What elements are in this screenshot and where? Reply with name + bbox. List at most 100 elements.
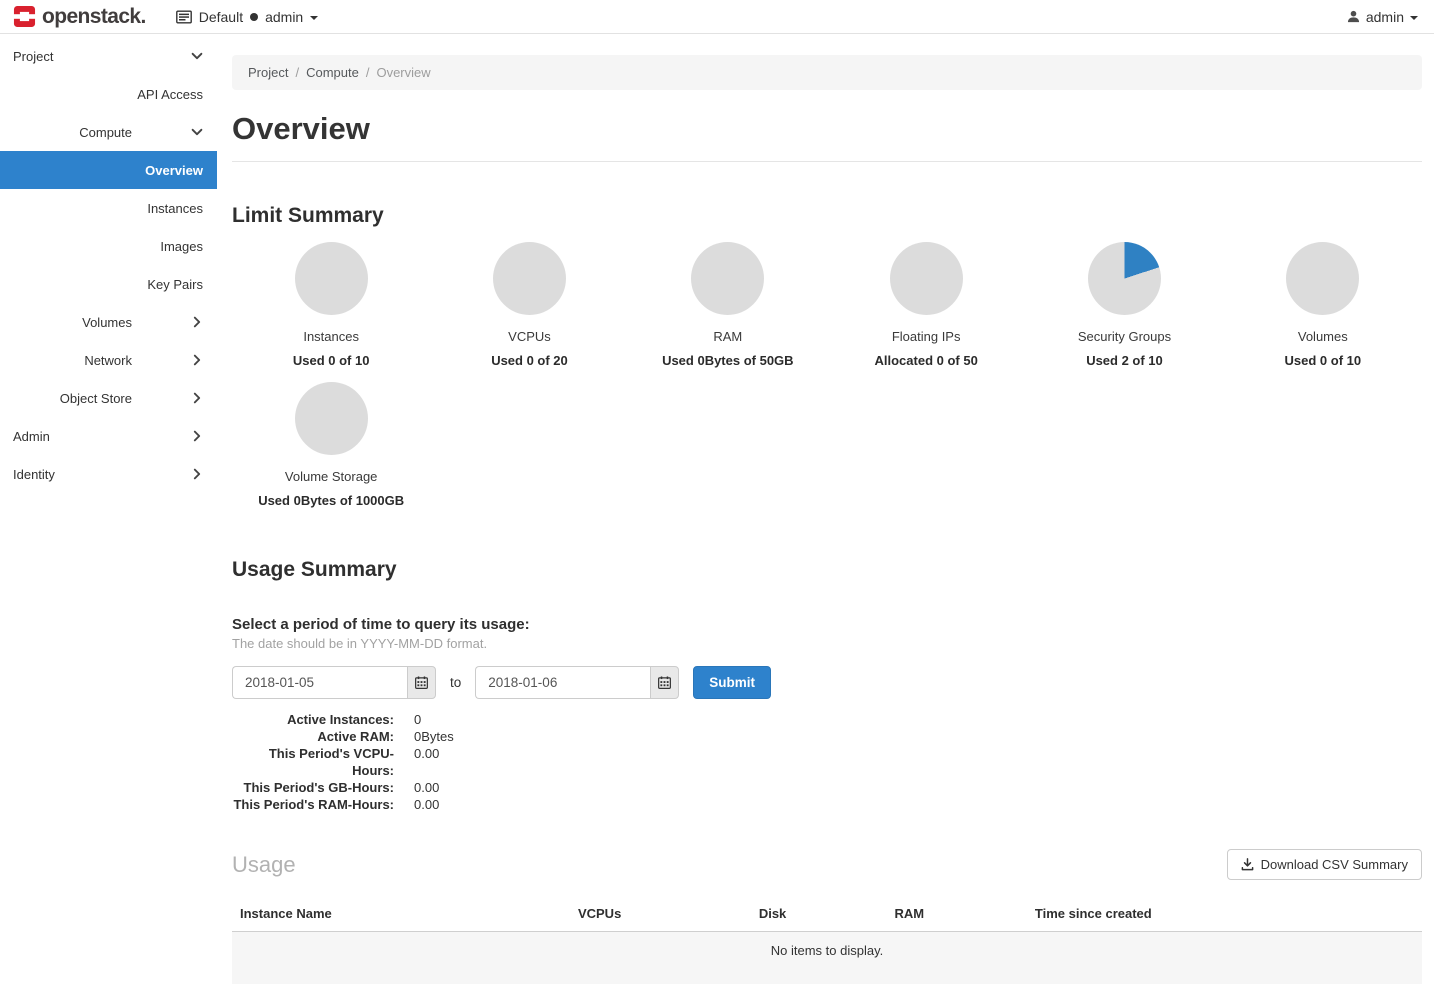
sidebar-item-key-pairs[interactable]: Key Pairs bbox=[0, 265, 217, 303]
quota-name: RAM bbox=[713, 329, 742, 344]
sidebar-item-label: Admin bbox=[13, 429, 50, 444]
chevron-right-icon bbox=[190, 467, 204, 481]
stat-row-active-ram: Active RAM: 0Bytes bbox=[232, 728, 1422, 745]
sidebar-item-label: Identity bbox=[13, 467, 55, 482]
chevron-right-icon bbox=[190, 315, 204, 329]
to-label: to bbox=[450, 675, 461, 690]
sidebar-item-instances[interactable]: Instances bbox=[0, 189, 217, 227]
caret-down-icon bbox=[310, 16, 318, 20]
sidebar-item-label: Overview bbox=[145, 163, 203, 178]
context-domain-label: Default bbox=[199, 9, 243, 25]
stat-label: This Period's VCPU-Hours: bbox=[232, 745, 394, 779]
stat-row-ram-hours: This Period's RAM-Hours: 0.00 bbox=[232, 796, 1422, 813]
openstack-logo-icon bbox=[13, 5, 36, 28]
quota-usage: Used 0Bytes of 1000GB bbox=[258, 493, 404, 508]
stat-value: 0 bbox=[414, 711, 421, 728]
main-content: Project/Compute/Overview Overview Limit … bbox=[217, 34, 1434, 984]
column-disk: Disk bbox=[751, 896, 887, 932]
quota-usage: Allocated 0 of 50 bbox=[875, 353, 978, 368]
quota-pie-chart bbox=[295, 382, 368, 455]
breadcrumb-compute[interactable]: Compute bbox=[306, 65, 359, 80]
period-form-hint: The date should be in YYYY-MM-DD format. bbox=[232, 636, 1422, 651]
quota-volumes: Volumes Used 0 of 10 bbox=[1224, 242, 1422, 368]
empty-message: No items to display. bbox=[232, 932, 1422, 984]
brand-wordmark: openstack. bbox=[42, 5, 146, 29]
stat-value: 0.00 bbox=[414, 779, 439, 796]
stat-row-active-instances: Active Instances: 0 bbox=[232, 711, 1422, 728]
usage-table-title: Usage bbox=[232, 852, 296, 878]
usage-stats: Active Instances: 0 Active RAM: 0Bytes T… bbox=[232, 711, 1422, 813]
sidebar-item-overview[interactable]: Overview bbox=[0, 151, 217, 189]
quota-pie-chart bbox=[493, 242, 566, 315]
sidebar-item-label: Instances bbox=[147, 201, 203, 216]
context-switcher[interactable]: Default admin bbox=[176, 9, 319, 25]
date-to-calendar-button[interactable] bbox=[650, 666, 679, 699]
download-csv-button[interactable]: Download CSV Summary bbox=[1227, 849, 1422, 880]
sidebar-item-identity[interactable]: Identity bbox=[0, 455, 217, 493]
calendar-icon bbox=[415, 676, 428, 689]
stat-value: 0.00 bbox=[414, 796, 439, 813]
sidebar-item-label: API Access bbox=[137, 87, 203, 102]
stat-label: Active RAM: bbox=[232, 728, 394, 745]
submit-button[interactable]: Submit bbox=[693, 666, 771, 699]
usage-table: Instance Name VCPUs Disk RAM Time since … bbox=[232, 896, 1422, 984]
domain-icon bbox=[176, 10, 192, 24]
page-title: Overview bbox=[232, 111, 1422, 147]
quota-usage: Used 2 of 10 bbox=[1086, 353, 1163, 368]
stat-label: This Period's RAM-Hours: bbox=[232, 796, 394, 813]
quota-name: Volume Storage bbox=[285, 469, 378, 484]
quota-name: Volumes bbox=[1298, 329, 1348, 344]
sidebar-item-api-access[interactable]: API Access bbox=[0, 75, 217, 113]
usage-table-head-row: Instance Name VCPUs Disk RAM Time since … bbox=[232, 896, 1422, 932]
quota-vcpus: VCPUs Used 0 of 20 bbox=[430, 242, 628, 368]
breadcrumb-separator: / bbox=[295, 65, 299, 80]
stat-value: 0.00 bbox=[414, 745, 439, 779]
usage-table-empty-row: No items to display. bbox=[232, 932, 1422, 984]
column-vcpus: VCPUs bbox=[570, 896, 751, 932]
openstack-brand[interactable]: openstack. bbox=[13, 5, 146, 29]
column-time-since-created: Time since created bbox=[1027, 896, 1422, 932]
sidebar-item-object-store[interactable]: Object Store bbox=[0, 379, 217, 417]
chevron-down-icon bbox=[190, 125, 204, 139]
stat-label: Active Instances: bbox=[232, 711, 394, 728]
stat-row-vcpu-hours: This Period's VCPU-Hours: 0.00 bbox=[232, 745, 1422, 779]
quota-usage: Used 0 of 10 bbox=[1285, 353, 1362, 368]
date-to-input[interactable] bbox=[475, 666, 650, 699]
quota-ram: RAM Used 0Bytes of 50GB bbox=[629, 242, 827, 368]
quota-pie-chart bbox=[691, 242, 764, 315]
chevron-right-icon bbox=[190, 353, 204, 367]
quota-pie-chart bbox=[1088, 242, 1161, 315]
quota-volume-storage: Volume Storage Used 0Bytes of 1000GB bbox=[232, 382, 430, 508]
quota-pie-chart bbox=[890, 242, 963, 315]
user-icon bbox=[1347, 10, 1360, 23]
column-ram: RAM bbox=[886, 896, 1026, 932]
sidebar-item-label: Compute bbox=[79, 125, 132, 140]
quota-name: Floating IPs bbox=[892, 329, 961, 344]
date-from-input[interactable] bbox=[232, 666, 407, 699]
date-range-form: to Submit bbox=[232, 666, 1422, 699]
sidebar-item-network[interactable]: Network bbox=[0, 341, 217, 379]
sidebar-item-volumes[interactable]: Volumes bbox=[0, 303, 217, 341]
stat-value: 0Bytes bbox=[414, 728, 454, 745]
breadcrumb-separator: / bbox=[366, 65, 370, 80]
sidebar-item-admin[interactable]: Admin bbox=[0, 417, 217, 455]
sidebar-item-label: Volumes bbox=[82, 315, 132, 330]
quota-usage: Used 0 of 10 bbox=[293, 353, 370, 368]
sidebar-item-project[interactable]: Project bbox=[0, 37, 217, 75]
sidebar-item-images[interactable]: Images bbox=[0, 227, 217, 265]
breadcrumb: Project / Compute / Overview bbox=[232, 55, 1422, 90]
context-project-label: admin bbox=[265, 9, 303, 25]
quota-usage: Used 0 of 20 bbox=[491, 353, 568, 368]
period-form-title: Select a period of time to query its usa… bbox=[232, 616, 1422, 633]
usage-summary-title: Usage Summary bbox=[232, 558, 1422, 582]
breadcrumb-current: Overview bbox=[376, 65, 430, 80]
user-menu[interactable]: admin bbox=[1347, 9, 1418, 25]
date-from-calendar-button[interactable] bbox=[407, 666, 436, 699]
stat-label: This Period's GB-Hours: bbox=[232, 779, 394, 796]
date-to-group bbox=[475, 666, 679, 699]
breadcrumb-project[interactable]: Project bbox=[248, 65, 288, 80]
caret-down-icon bbox=[1410, 16, 1418, 20]
sidebar-item-compute[interactable]: Compute bbox=[0, 113, 217, 151]
usage-table-header: Usage Download CSV Summary bbox=[232, 849, 1422, 880]
download-csv-label: Download CSV Summary bbox=[1261, 857, 1408, 872]
